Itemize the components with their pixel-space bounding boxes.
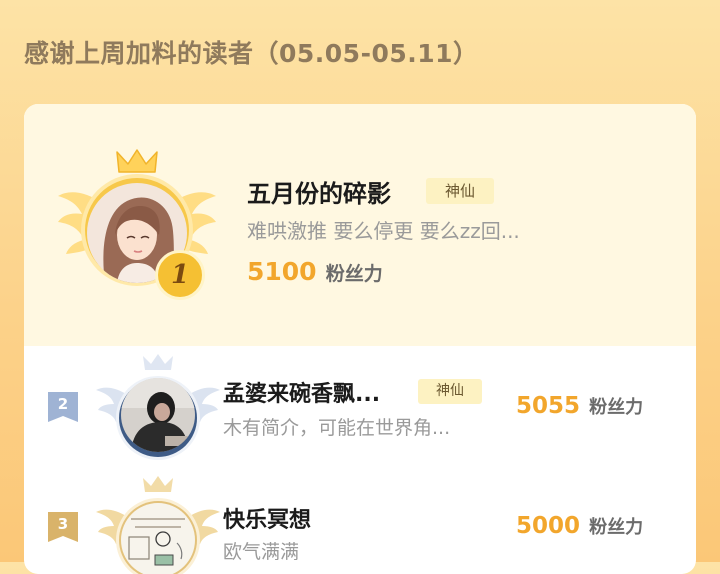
- tier-tag: 神仙: [418, 379, 482, 404]
- fan-score: 5000 粉丝力: [516, 513, 643, 539]
- section-title: 感谢上周加料的读者（05.05-05.11）: [24, 39, 479, 68]
- avatar[interactable]: [121, 503, 195, 574]
- reader-name[interactable]: 快乐冥想: [223, 502, 311, 534]
- rank-1-medal: 1: [155, 250, 205, 300]
- score-unit: 粉丝力: [589, 517, 644, 538]
- rank-number: 2: [57, 395, 69, 414]
- ranking-item-1[interactable]: 1 五月份的碎影 神仙 难哄激推 要么停更 要么zz回... 5100 粉丝力: [24, 104, 696, 346]
- rank-number: 3: [57, 515, 69, 534]
- fan-score: 5055 粉丝力: [516, 393, 643, 419]
- ranking-item-3[interactable]: 3 快乐冥想 欧气满满 5000 粉丝力: [24, 466, 696, 574]
- score-value: 5055: [516, 393, 581, 419]
- score-unit: 粉丝力: [325, 263, 383, 285]
- ranking-card: 1 五月份的碎影 神仙 难哄激推 要么停更 要么zz回... 5100 粉丝力 …: [24, 104, 696, 574]
- reader-name[interactable]: 五月份的碎影: [247, 174, 391, 209]
- reader-bio: 难哄激推 要么停更 要么zz回...: [247, 219, 520, 243]
- avatar[interactable]: [121, 378, 195, 452]
- score-value: 5000: [516, 513, 581, 539]
- reader-name[interactable]: 孟婆来碗香飘...: [223, 376, 380, 408]
- fan-score: 5100 粉丝力: [247, 257, 383, 286]
- reader-bio: 木有简介，可能在世界角...: [223, 417, 451, 439]
- reader-bio: 欧气满满: [223, 541, 300, 563]
- score-unit: 粉丝力: [589, 397, 644, 418]
- tier-tag: 神仙: [426, 178, 494, 204]
- score-value: 5100: [247, 257, 317, 286]
- ranking-item-2[interactable]: 2 孟婆来碗香飘... 神仙 木有简介，可能在世界角... 5055 粉丝力: [24, 346, 696, 466]
